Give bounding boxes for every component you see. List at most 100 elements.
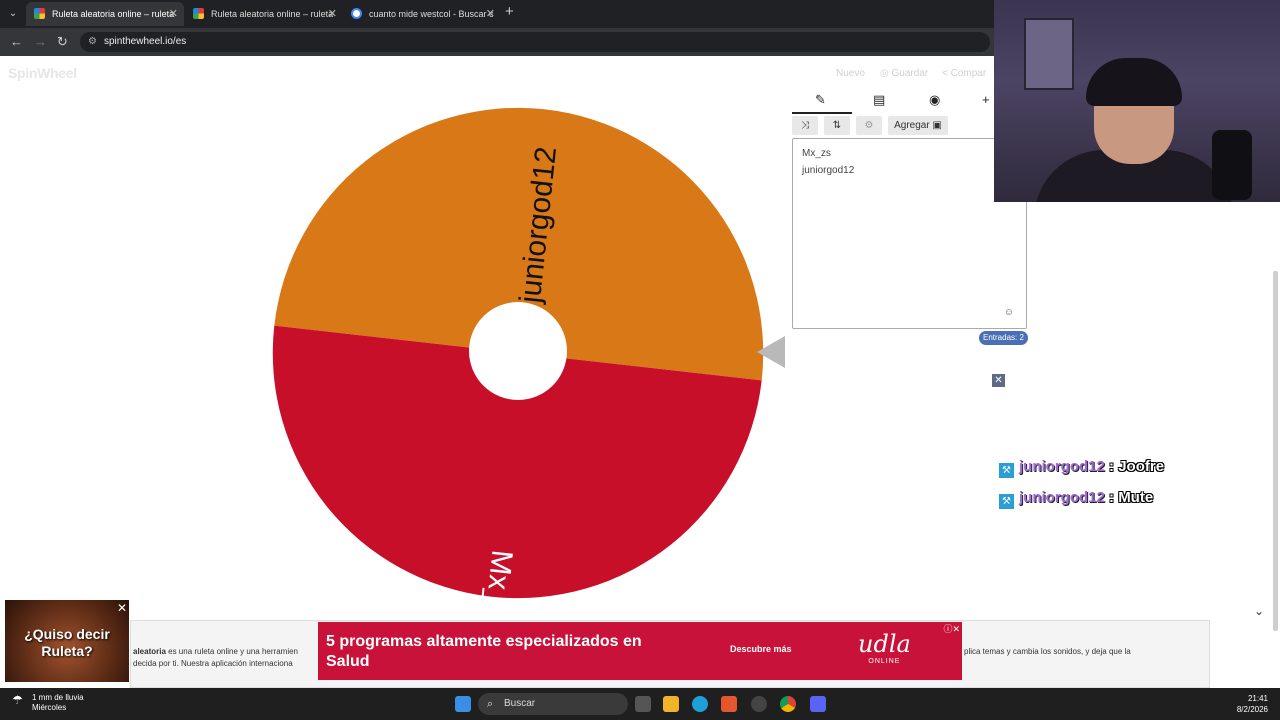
- brand-sub: ONLINE: [868, 658, 901, 665]
- chat-badge-icon: ⚒: [999, 494, 1014, 509]
- site-logo[interactable]: SpinWheel: [8, 65, 77, 81]
- reload-icon[interactable]: ↻: [57, 34, 68, 50]
- url-input[interactable]: ⚙ spinthewheel.io/es: [80, 32, 990, 52]
- tab-title: cuanto mide westcol - Buscar c: [369, 9, 494, 19]
- close-tab-icon[interactable]: ✕: [328, 2, 337, 26]
- share-icon: <: [942, 68, 951, 79]
- file-explorer-icon[interactable]: [663, 696, 679, 712]
- search-placeholder: Buscar: [504, 698, 536, 709]
- ad-text: ¿Quiso decir Ruleta?: [24, 626, 110, 659]
- tab-search-icon[interactable]: ⌄: [4, 6, 22, 22]
- tab-active[interactable]: Ruleta aleatoria online – ruleta ✕: [26, 2, 184, 26]
- brand-name: udla: [858, 630, 911, 658]
- hide-eye-icon[interactable]: ◉: [929, 92, 940, 108]
- spin-wheel[interactable]: juniorgod12 Mx_zs: [270, 105, 766, 601]
- shuffle-icon: ⤨: [801, 120, 809, 131]
- add-label: Agregar: [894, 120, 930, 131]
- entries-textarea[interactable]: Mx_zs juniorgod12 ☺: [792, 138, 1027, 329]
- tab-title: Ruleta aleatoria online – ruleta: [211, 9, 334, 19]
- entry-line: Mx_zs: [802, 148, 831, 159]
- weather-line2: Miércoles: [32, 703, 67, 712]
- edit-pencil-icon[interactable]: ✎: [815, 92, 826, 108]
- share-label: Compar: [950, 68, 987, 79]
- sort-icon: ⇅: [832, 120, 842, 131]
- roulette-ad[interactable]: ¿Quiso decir Ruleta? ✕: [5, 600, 129, 682]
- results-list-icon[interactable]: ▤: [873, 92, 885, 108]
- system-clock[interactable]: 21:41 8/2/2026: [1228, 693, 1268, 715]
- shuffle-button[interactable]: ⤨: [792, 116, 818, 135]
- steam-icon[interactable]: [751, 696, 767, 712]
- page-scrollbar[interactable]: [1273, 271, 1278, 631]
- google-favicon-icon: [351, 8, 362, 19]
- start-windows-icon[interactable]: [455, 696, 471, 712]
- settings-button[interactable]: ⚙: [856, 116, 882, 135]
- clock-time: 21:41: [1247, 694, 1268, 703]
- banner-ad[interactable]: 5 programas altamente especializados en …: [318, 622, 962, 680]
- edge-icon[interactable]: [692, 696, 708, 712]
- article-bold: aleatoria: [133, 647, 166, 656]
- chat-username: juniorgod12: [1019, 458, 1105, 475]
- microphone: [1212, 130, 1252, 200]
- back-icon[interactable]: ←: [10, 34, 23, 49]
- chat-message: ⚒ juniorgod12 : Joofre: [999, 458, 1165, 478]
- add-image-button[interactable]: Agregar ▣: [888, 116, 948, 135]
- chat-text: Mute: [1118, 489, 1154, 506]
- ad-close-icon[interactable]: ⓘ✕: [943, 622, 960, 635]
- close-icon[interactable]: ✕: [992, 374, 1005, 387]
- tab-2[interactable]: Ruleta aleatoria online – ruleta ✕: [185, 2, 343, 26]
- sort-button[interactable]: ⇅: [824, 116, 850, 135]
- save-label: Guardar: [891, 68, 929, 79]
- url-text: spinthewheel.io/es: [104, 36, 187, 47]
- save-icon: ◎: [880, 68, 892, 79]
- chevron-down-icon[interactable]: ⌄: [1254, 604, 1264, 618]
- close-tab-icon[interactable]: ✕: [169, 2, 178, 26]
- emoji-icon[interactable]: ☺: [1004, 307, 1014, 318]
- article-left-text: aleatoria es una ruleta online y una her…: [133, 646, 323, 670]
- clock-date: 8/2/2026: [1236, 705, 1268, 714]
- taskbar-search[interactable]: ⌕ Buscar: [478, 693, 628, 715]
- new-button[interactable]: Nuevo: [836, 68, 865, 79]
- image-icon: ▣: [932, 120, 942, 131]
- tab-3[interactable]: cuanto mide westcol - Buscar c ✕: [343, 2, 501, 26]
- wheel-center-hole: [469, 302, 567, 400]
- chat-separator: :: [1104, 489, 1119, 506]
- new-tab-button[interactable]: +: [505, 3, 514, 20]
- weather-line1: 1 mm de lluvia: [32, 693, 84, 702]
- article-right-text: plica temas y cambia los sonidos, y deja…: [964, 647, 1131, 656]
- rain-cloud-icon: ☂: [12, 693, 23, 707]
- brave-icon[interactable]: [721, 696, 737, 712]
- wheel-favicon-icon: [193, 8, 204, 19]
- streamer-hair: [1086, 58, 1182, 106]
- chat-text: Joofre: [1118, 458, 1165, 475]
- tab-title: Ruleta aleatoria online – ruleta: [52, 9, 175, 19]
- close-tab-icon[interactable]: ✕: [486, 2, 495, 26]
- active-tool-underline: [792, 112, 852, 114]
- discord-icon[interactable]: [810, 696, 826, 712]
- ad-cta-link[interactable]: Descubre más: [730, 644, 792, 654]
- wheel-pointer: [757, 336, 785, 368]
- save-button[interactable]: ◎ Guardar: [880, 68, 928, 79]
- webcam-overlay: [994, 0, 1280, 202]
- search-icon: ⌕: [487, 698, 494, 710]
- site-info-icon[interactable]: ⚙: [88, 32, 97, 52]
- chat-message: ⚒ juniorgod12 : Mute: [999, 489, 1154, 509]
- wheel-favicon-icon: [34, 8, 45, 19]
- share-button[interactable]: < Compar: [942, 68, 986, 79]
- editor-toolbar: ✎ ▤ ◉ +: [792, 90, 1002, 112]
- forward-icon[interactable]: →: [34, 34, 47, 49]
- entries-count-badge: Entradas: 2: [979, 331, 1028, 345]
- windows-taskbar: ☂ 1 mm de lluvia Miércoles ⌕ Buscar 21:41…: [0, 688, 1280, 720]
- wall-poster: [1024, 18, 1074, 90]
- weather-text: 1 mm de lluvia Miércoles: [32, 693, 84, 713]
- close-icon[interactable]: ✕: [117, 601, 127, 615]
- chrome-icon[interactable]: [780, 696, 796, 712]
- ad-headline: 5 programas altamente especializados en …: [326, 633, 642, 670]
- entry-line: juniorgod12: [802, 165, 855, 176]
- add-tab-icon[interactable]: +: [982, 92, 990, 107]
- udla-logo: udla ONLINE: [858, 630, 911, 665]
- task-view-icon[interactable]: [635, 696, 651, 712]
- chat-separator: :: [1104, 458, 1119, 475]
- chat-username: juniorgod12: [1019, 489, 1105, 506]
- gear-icon: ⚙: [864, 120, 874, 131]
- chat-badge-icon: ⚒: [999, 463, 1014, 478]
